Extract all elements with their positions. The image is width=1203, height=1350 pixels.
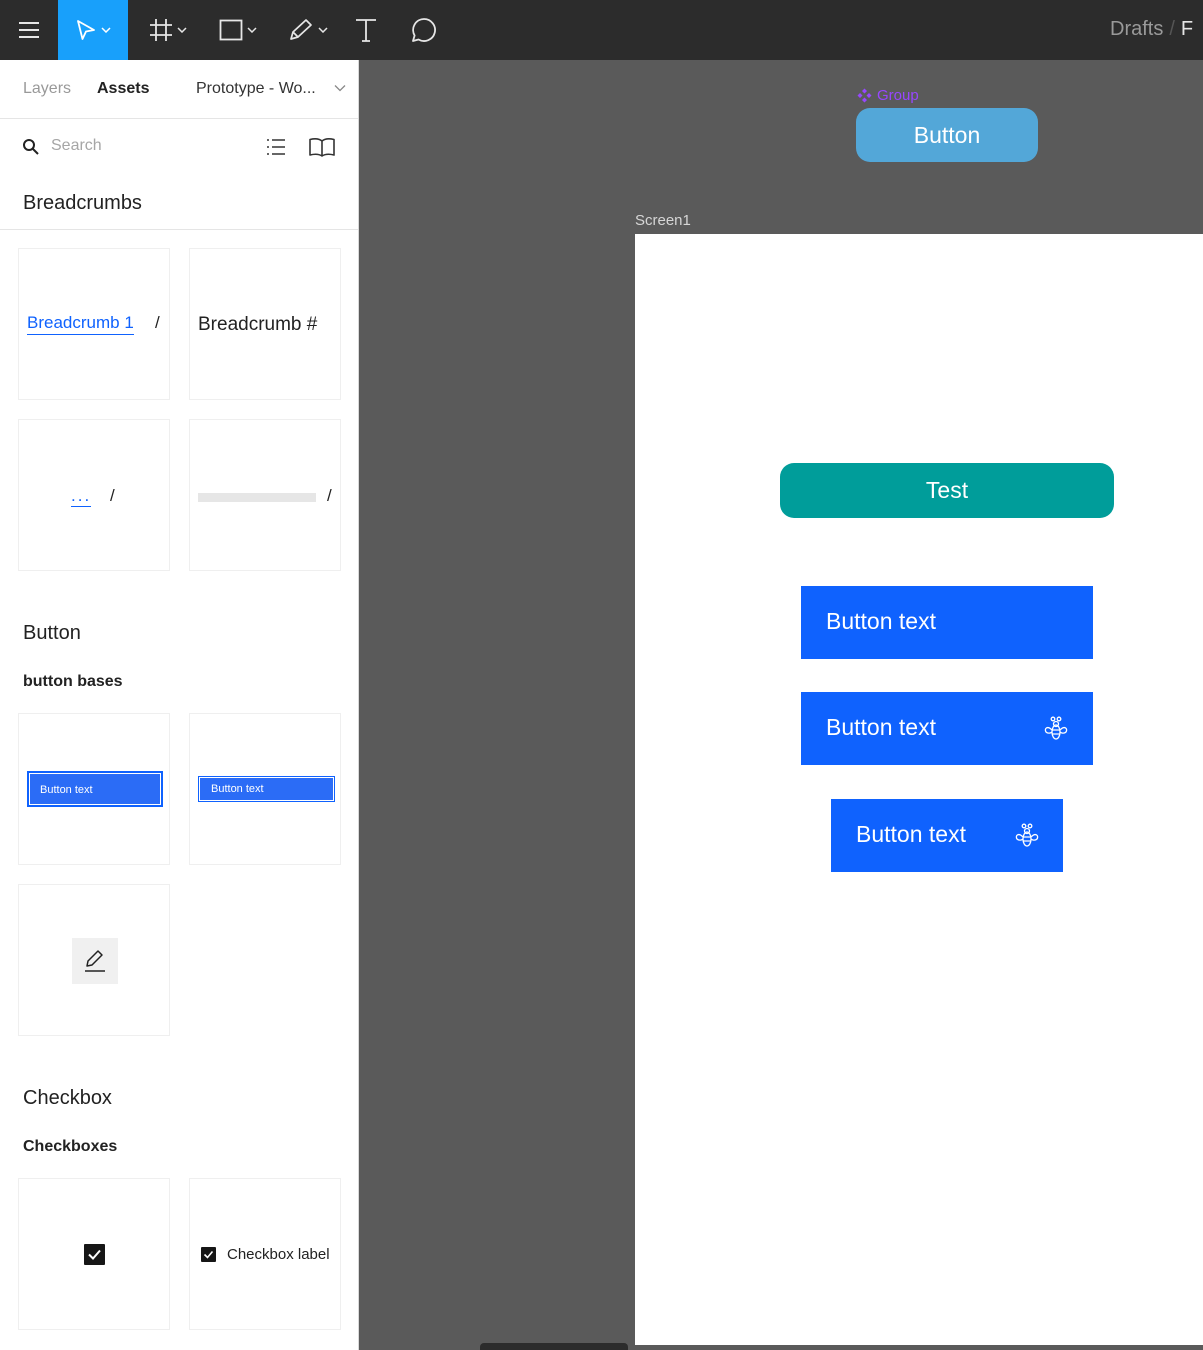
frame-label[interactable]: Screen1: [635, 212, 691, 229]
breadcrumb-separator: /: [1169, 18, 1175, 40]
breadcrumb-skeleton-tile[interactable]: /: [189, 419, 341, 571]
checkbox-component-tile[interactable]: Checkbox label: [189, 1178, 341, 1330]
primary-button-label: Button text: [826, 714, 936, 740]
tab-assets[interactable]: Assets: [97, 80, 149, 98]
group-label-text: Group: [877, 87, 919, 104]
primary-button-label: Button text: [856, 821, 966, 847]
tab-layers[interactable]: Layers: [23, 80, 71, 98]
group-button[interactable]: Button: [856, 108, 1038, 162]
chevron-down-icon[interactable]: [334, 84, 346, 92]
breadcrumb-separator: /: [155, 313, 160, 332]
frame-icon: [150, 19, 172, 41]
breadcrumb-separator: /: [110, 486, 115, 505]
comment-icon: [412, 18, 436, 42]
group-button-label: Button: [913, 121, 981, 148]
button-preview-label: Button text: [211, 783, 264, 795]
comment-tool-button[interactable]: [402, 0, 446, 60]
file-name[interactable]: F: [1181, 18, 1193, 40]
breadcrumb-current-text: Breadcrumb #: [198, 314, 318, 335]
subsection-title-button-bases: button bases: [23, 673, 123, 690]
screen-frame[interactable]: Test Button text Button text Button text: [635, 234, 1203, 1345]
bee-icon: [1015, 823, 1039, 847]
chevron-down-icon: [101, 27, 111, 33]
chevron-down-icon: [177, 27, 187, 33]
chevron-down-icon: [247, 27, 257, 33]
button-preview-label: Button text: [40, 784, 93, 796]
divider: [0, 229, 358, 230]
main-menu-button[interactable]: [0, 0, 58, 60]
search-input[interactable]: [51, 137, 241, 155]
chevron-down-icon: [318, 27, 328, 33]
section-title-breadcrumbs: Breadcrumbs: [23, 192, 142, 214]
breadcrumb-component-tile[interactable]: Breadcrumb #: [189, 248, 341, 400]
shape-tool-button[interactable]: [210, 0, 266, 60]
search-icon: [23, 139, 39, 155]
icon-button-preview: [72, 938, 118, 984]
text-icon: [356, 19, 376, 42]
button-preview: Button text: [27, 771, 163, 807]
edit-icon: [85, 950, 105, 972]
library-selector[interactable]: Prototype - Wo...: [196, 80, 316, 98]
text-tool-button[interactable]: [346, 0, 386, 60]
divider: [0, 118, 358, 119]
overflow-dots: ...: [71, 486, 92, 507]
test-button-label: Test: [925, 477, 969, 503]
skeleton-bar: [198, 493, 316, 502]
breadcrumb-link-text: Breadcrumb 1: [27, 313, 134, 335]
primary-button[interactable]: Button text: [801, 586, 1093, 659]
button-preview: Button text: [198, 776, 335, 802]
subsection-title-checkboxes: Checkboxes: [23, 1138, 118, 1155]
primary-button-with-icon[interactable]: Button text: [801, 692, 1093, 765]
assets-panel: Layers Assets Prototype - Wo... Breadcru…: [0, 60, 359, 1350]
pen-tool-button[interactable]: [280, 0, 336, 60]
move-tool-button[interactable]: [58, 0, 128, 60]
list-view-icon[interactable]: [265, 137, 287, 157]
breadcrumb-component-tile[interactable]: Breadcrumb 1 /: [18, 248, 170, 400]
checkbox-checked-icon: [84, 1244, 105, 1265]
rectangle-icon: [219, 19, 243, 41]
primary-button-label: Button text: [826, 608, 936, 634]
test-button[interactable]: Test: [780, 463, 1114, 518]
frame-tool-button[interactable]: [140, 0, 196, 60]
icon-button-component-tile[interactable]: [18, 884, 170, 1036]
pen-icon: [290, 19, 312, 40]
primary-button-with-icon[interactable]: Button text: [831, 799, 1063, 872]
cursor-icon: [77, 20, 95, 40]
group-label[interactable]: Group: [857, 87, 919, 104]
toolbar: Drafts / F: [0, 0, 1203, 60]
breadcrumb-separator: /: [327, 486, 332, 505]
button-component-tile[interactable]: Button text: [18, 713, 170, 865]
bee-icon: [1044, 716, 1068, 740]
library-book-icon[interactable]: [308, 137, 336, 157]
horizontal-scrollbar[interactable]: [480, 1343, 628, 1350]
button-component-tile[interactable]: Button text: [189, 713, 341, 865]
drafts-link[interactable]: Drafts: [1110, 18, 1163, 40]
checkbox-component-tile[interactable]: [18, 1178, 170, 1330]
section-title-button: Button: [23, 622, 81, 644]
hamburger-menu-icon: [19, 22, 39, 38]
file-breadcrumb[interactable]: Drafts / F: [1110, 18, 1193, 41]
section-title-checkbox: Checkbox: [23, 1087, 112, 1109]
breadcrumb-overflow-tile[interactable]: ... /: [18, 419, 170, 571]
checkbox-checked-icon: [201, 1247, 216, 1262]
component-icon: [857, 88, 872, 103]
checkbox-label: Checkbox label: [227, 1246, 330, 1263]
